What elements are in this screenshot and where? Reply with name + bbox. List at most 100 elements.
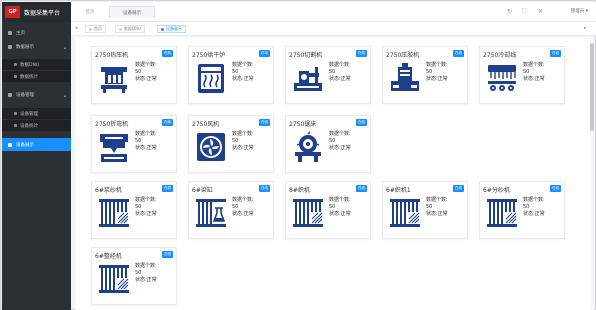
list-icon (14, 63, 17, 66)
device-card[interactable]: 2750风机 在线 数据个数: 50 状态:正常 (188, 115, 274, 173)
device-info: 数据个数: 50 状态:正常 (523, 197, 563, 218)
device-name: 6#浆纱机 (95, 187, 122, 194)
device-name: 2750冷却线 (483, 52, 517, 59)
info-status: 状态:正常 (426, 76, 448, 82)
chevron-left-icon[interactable]: ◂ (75, 25, 78, 31)
device-card[interactable]: 2750冷却线 在线数据个数: 50 状态:正常 (479, 46, 565, 104)
status-badge: 在线 (550, 50, 561, 57)
device-name: 6#织机1 (386, 187, 411, 194)
info-status: 状态:正常 (135, 211, 157, 217)
device-name: 2750热压机 (95, 52, 129, 59)
status-badge: 在线 (259, 119, 270, 126)
bender-icon (100, 134, 128, 162)
device-info: 数据个数: 50 状态:正常 (523, 62, 563, 83)
device-name: 2750折弯机 (95, 121, 129, 128)
status-badge: 在线 (162, 50, 173, 57)
chevron-right-icon[interactable]: ▸ (584, 25, 587, 31)
status-badge: 在线 (259, 50, 270, 57)
loom-icon (99, 199, 129, 227)
device-card[interactable]: 6#浆纱机 在线 数据个数: 50 状态:正常 (91, 181, 177, 239)
info-count-value: 50 (135, 69, 142, 75)
tag-device-display[interactable]: 设备展示 (157, 25, 186, 33)
tab-device-display[interactable]: 设备展示 (109, 6, 155, 18)
saw-icon (295, 131, 321, 162)
close-icon[interactable]: ✕ (538, 8, 543, 15)
device-card[interactable]: 6#分纱机 在线 数据个数: 50 状态:正常 (479, 181, 565, 239)
info-status: 状态:正常 (232, 211, 254, 217)
refresh-icon[interactable]: ↻ (507, 8, 512, 15)
info-status: 状态:正常 (135, 277, 157, 283)
device-card[interactable]: 6#织机1 在线 数据个数: 50 状态:正常 (382, 181, 468, 239)
user-menu[interactable]: 管理员 ▾ (571, 8, 588, 14)
top-bar: 首页 设备展示 ↻ ⛶ ✕ 管理员 ▾ (71, 2, 596, 22)
tag-home[interactable]: 首页 (85, 25, 106, 33)
dot-icon (89, 27, 92, 31)
tab-label: 首页 (85, 10, 95, 15)
device-info: 数据个数: 50 状态:正常 (135, 263, 175, 284)
list-icon (14, 75, 17, 78)
info-status: 状态:正常 (329, 211, 351, 217)
tab-home[interactable]: 首页 (77, 6, 103, 18)
sidebar-item-home[interactable]: 主页 (2, 28, 71, 38)
device-card[interactable]: 6#整经机 在线 数据个数: 50 状态:正常 (91, 247, 177, 305)
sidebar-item-device-manage[interactable]: 设备管理 ▴ (2, 90, 71, 100)
info-count-label: 数据个数: (523, 62, 545, 68)
tag-data-dnu[interactable]: 数据DNU (115, 25, 145, 33)
info-status: 状态:正常 (329, 145, 351, 151)
info-status: 状态:正常 (232, 145, 254, 151)
info-count-label: 数据个数: (135, 62, 157, 68)
sidebar-item-data-dnu[interactable]: 数据DNU (2, 59, 71, 70)
sidebar-item-device-stats[interactable]: 设备统计 (2, 120, 71, 131)
status-badge: 在线 (356, 50, 367, 57)
device-info: 数据个数: 50 状态:正常 (329, 62, 369, 83)
scrollbar[interactable] (590, 37, 594, 310)
status-badge: 在线 (356, 119, 367, 126)
status-badge: 在线 (162, 119, 173, 126)
device-info: 数据个数: 50 状态:正常 (232, 62, 272, 83)
fullscreen-icon[interactable]: ⛶ (522, 8, 526, 16)
device-card[interactable]: 2750压胶机 在线 数据个数: 50 状态:正常 (382, 46, 468, 104)
device-card[interactable]: 2750折弯机 在线 数据个数: 50 状态:正常 (91, 115, 177, 173)
device-card[interactable]: 8#织机 在线 数据个数: 50 状态:正常 (285, 181, 371, 239)
info-count-value: 50 (135, 270, 142, 276)
extruder-icon (391, 63, 419, 91)
info-count-label: 数据个数: (523, 197, 545, 203)
info-status: 状态:正常 (135, 76, 157, 82)
info-status: 状态:正常 (135, 145, 157, 151)
scrollbar-thumb[interactable] (590, 43, 594, 131)
sidebar-item-label: 设备统计 (20, 123, 38, 129)
sidebar: GP 数据采集平台 主页 数据展示 ▴ 数据DNU 数据统计 设备管理 ▴ 设备… (2, 2, 71, 310)
status-badge: 在线 (453, 50, 464, 57)
sidebar-item-label: 设备管理 (20, 111, 38, 117)
info-count-value: 50 (426, 204, 433, 210)
info-status: 状态:正常 (523, 76, 545, 82)
logo-mark: GP (5, 6, 20, 18)
info-count-label: 数据个数: (135, 131, 157, 137)
loom-icon (293, 199, 323, 227)
info-count-label: 数据个数: (329, 197, 351, 203)
app-title: 数据采集平台 (24, 9, 61, 17)
cutter-icon (294, 67, 322, 91)
sidebar-item-label: 设备展示 (16, 142, 34, 148)
device-card[interactable]: 2750切割机 在线 数据个数: 50 状态:正常 (285, 46, 371, 104)
device-card[interactable]: 2750烘干炉 在线 数据个数: 50 状态:正常 (188, 46, 274, 104)
logo: GP 数据采集平台 (2, 2, 71, 22)
device-info: 数据个数: 50 状态:正常 (329, 197, 369, 218)
info-count-label: 数据个数: (232, 197, 254, 203)
device-card[interactable]: 2750锯床 在线 数据个数: 50 状态:正常 (285, 115, 371, 173)
oven-icon (198, 64, 224, 93)
list-icon (14, 112, 17, 115)
app-window: GP 数据采集平台 主页 数据展示 ▴ 数据DNU 数据统计 设备管理 ▴ 设备… (0, 0, 596, 310)
device-icon (8, 93, 12, 97)
sidebar-item-data-stats[interactable]: 数据统计 (2, 71, 71, 82)
sidebar-item-device-list[interactable]: 设备管理 (2, 108, 71, 119)
info-count-value: 50 (426, 69, 433, 75)
loom-icon (99, 265, 129, 293)
sidebar-item-device-display[interactable]: 设备展示 (2, 138, 71, 151)
sidebar-item-label: 主页 (16, 31, 25, 36)
status-badge: 在线 (550, 185, 561, 192)
sidebar-item-data-display[interactable]: 数据展示 ▴ (2, 42, 71, 52)
device-card[interactable]: 6#染缸 在线 数据个数: 50 状态:正常 (188, 181, 274, 239)
device-card[interactable]: 2750热压机 在线 数据个数: 50 状态:正常 (91, 46, 177, 104)
grid-icon (8, 142, 12, 147)
